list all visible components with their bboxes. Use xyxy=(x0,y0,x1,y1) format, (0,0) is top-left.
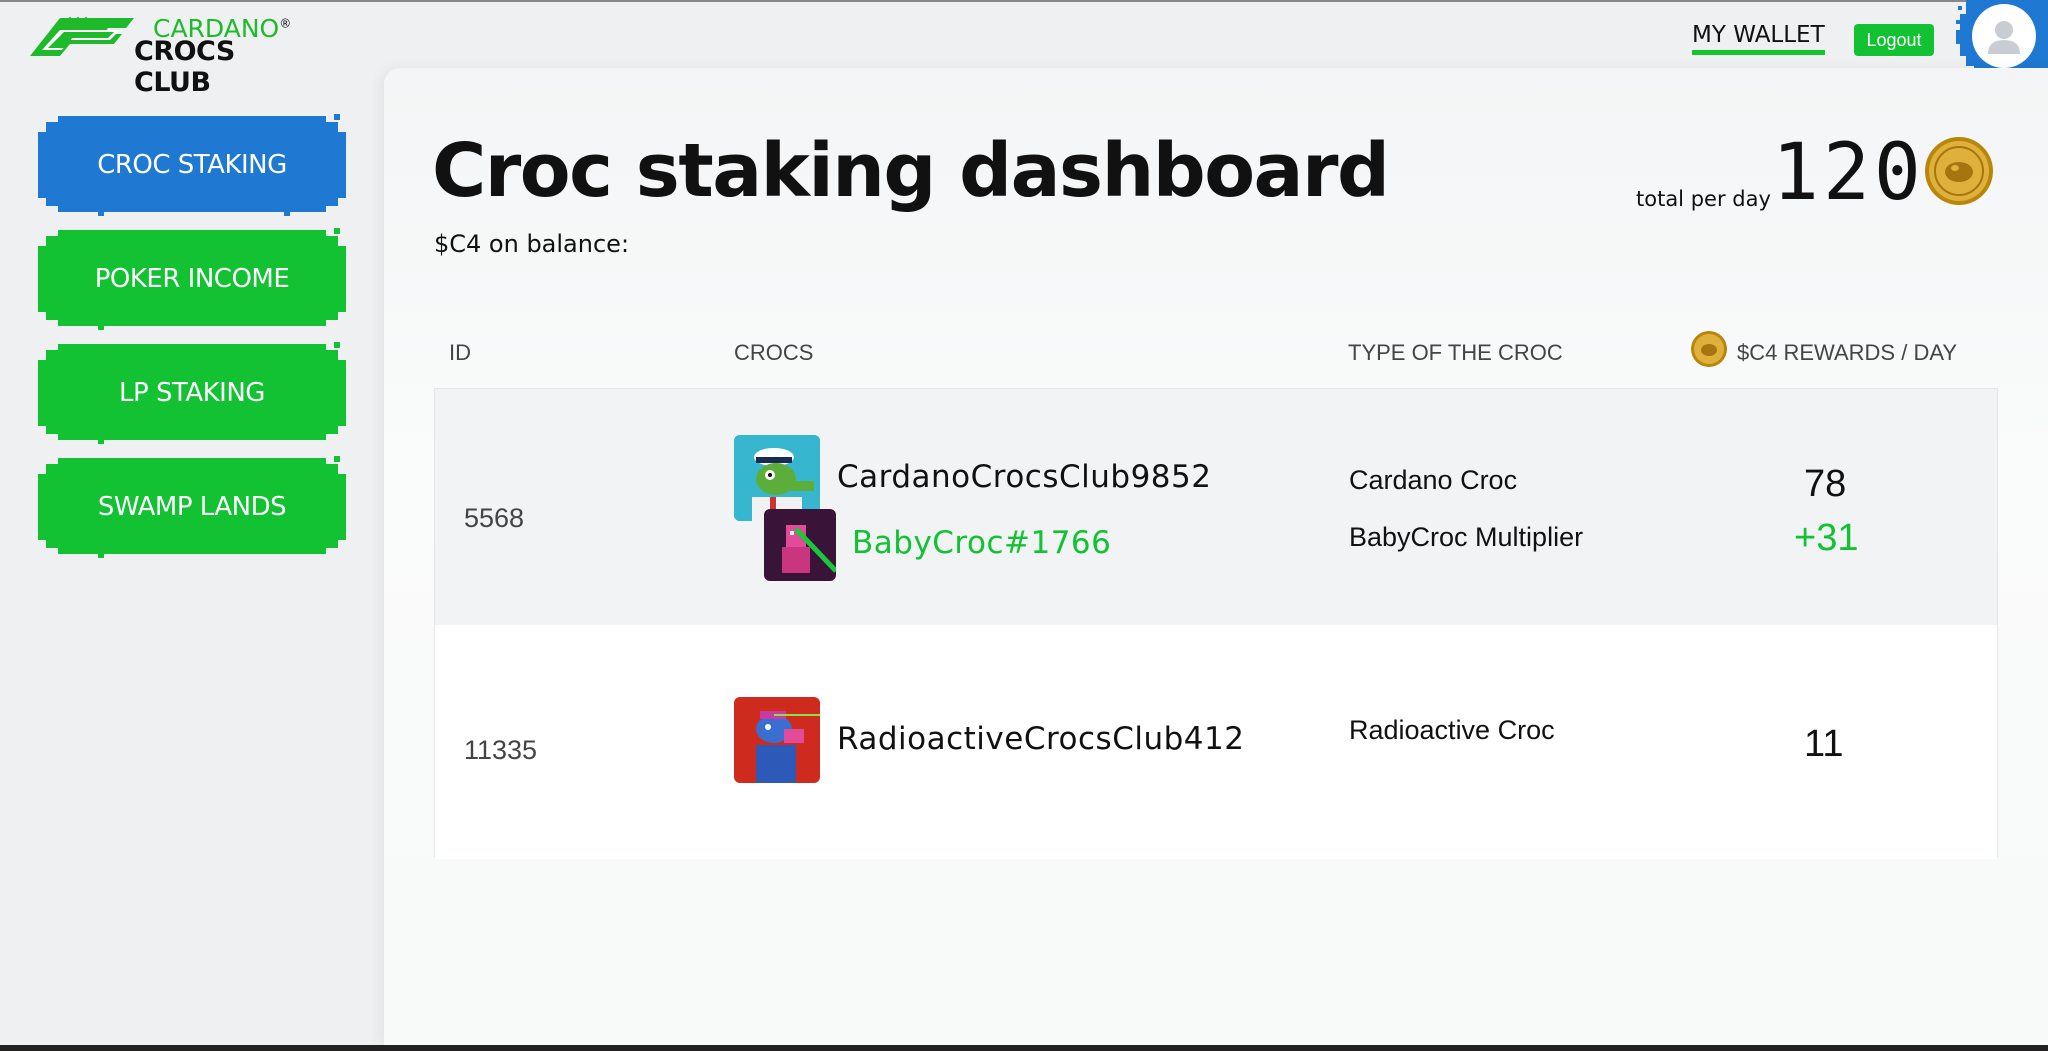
sidebar-nav: CROC STAKING POKER INCOME LP STAKING SWA… xyxy=(34,114,350,570)
logo-line2: CROCS CLUB xyxy=(134,36,235,98)
sidebar-item-lp-staking[interactable]: LP STAKING xyxy=(34,342,350,444)
babycroc-nft-image[interactable] xyxy=(764,509,836,581)
croc-name: CardanoCrocsClub9852 xyxy=(837,459,1212,495)
table-row[interactable]: 5568 CardanoCrocsClub9852 BabyCroc#1766 … xyxy=(435,389,1997,625)
column-header-crocs: CROCS xyxy=(734,340,814,365)
reward-per-day: 11 xyxy=(1804,723,1844,765)
table-row[interactable]: 11335 RadioactiveCrocsClub412 Radioactiv… xyxy=(435,625,1997,859)
croc-id: 11335 xyxy=(464,735,538,765)
croc-type: Radioactive Croc xyxy=(1349,715,1555,745)
croc-nft-image[interactable] xyxy=(734,697,820,783)
sidebar-item-swamp-lands[interactable]: SWAMP LANDS xyxy=(34,456,350,558)
c4-coin-icon xyxy=(1925,137,1993,205)
cardano-crocs-club-logo[interactable]: CARDANO® CROCS CLUB xyxy=(30,12,310,98)
sidebar-item-croc-staking[interactable]: CROC STAKING xyxy=(34,114,350,216)
croc-name: RadioactiveCrocsClub412 xyxy=(837,721,1245,757)
sidebar-item-label: SWAMP LANDS xyxy=(97,492,287,522)
column-header-rewards: $C4 REWARDS / DAY xyxy=(1737,340,1958,365)
babycroc-name: BabyCroc#1766 xyxy=(852,525,1112,561)
top-border xyxy=(0,0,2048,2)
croc-logo-icon xyxy=(30,16,134,56)
reward-bonus: +31 xyxy=(1794,517,1859,559)
sidebar-item-label: CROC STAKING xyxy=(97,150,287,180)
croc-id: 5568 xyxy=(464,503,525,533)
sidebar-item-label: LP STAKING xyxy=(119,378,265,408)
page-title: Croc staking dashboard xyxy=(432,128,1390,214)
balance-label: $C4 on balance: xyxy=(434,230,630,258)
croc-type: Cardano Croc xyxy=(1349,465,1518,495)
user-avatar[interactable] xyxy=(1956,0,2048,76)
user-avatar-icon xyxy=(1956,0,2048,76)
total-per-day-label: total per day xyxy=(1636,187,1771,211)
reward-per-day: 78 xyxy=(1804,463,1847,505)
c4-coin-icon xyxy=(1691,331,1727,367)
logout-button[interactable]: Logout xyxy=(1854,24,1934,56)
babycroc-type: BabyCroc Multiplier xyxy=(1349,522,1584,552)
sidebar-item-label: POKER INCOME xyxy=(94,264,290,294)
column-header-id: ID xyxy=(449,340,471,365)
staking-table: 5568 CardanoCrocsClub9852 BabyCroc#1766 … xyxy=(434,388,1998,859)
total-per-day-value: 120 xyxy=(1772,128,1925,218)
bottom-border xyxy=(0,1045,2048,1051)
my-wallet-link[interactable]: MY WALLET xyxy=(1692,22,1825,55)
column-header-type: TYPE OF THE CROC xyxy=(1348,340,1563,365)
sidebar-item-poker-income[interactable]: POKER INCOME xyxy=(34,228,350,330)
